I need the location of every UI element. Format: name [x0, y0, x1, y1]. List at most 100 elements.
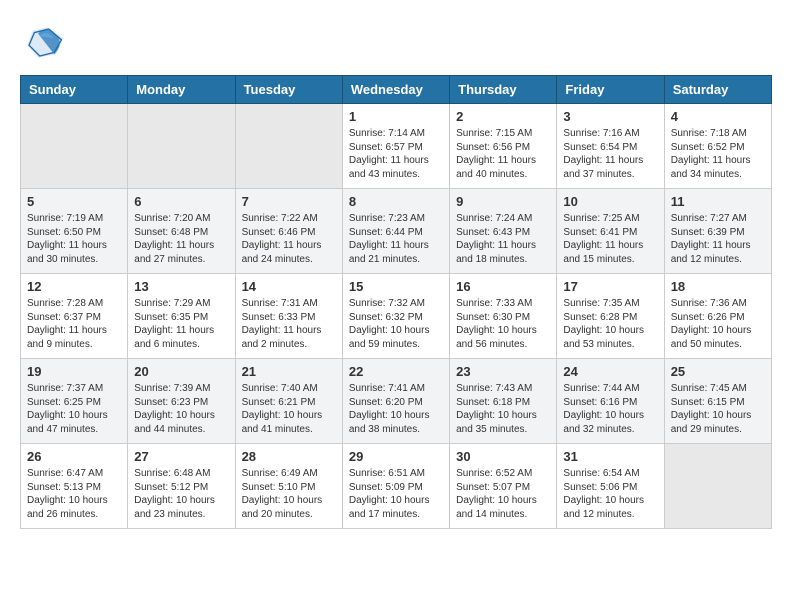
day-number: 12 — [27, 279, 121, 294]
calendar-cell: 29Sunrise: 6:51 AM Sunset: 5:09 PM Dayli… — [342, 444, 449, 529]
calendar-cell: 8 Sunrise: 7:23 AM Sunset: 6:44 PM Daylig… — [342, 189, 449, 274]
day-info: Sunrise: 7:29 AM Sunset: 6:35 PM Dayligh… — [134, 297, 228, 351]
calendar-cell: 6 Sunrise: 7:20 AM Sunset: 6:48 PM Daylig… — [128, 189, 235, 274]
calendar-cell: 17 Sunrise: 7:35 AM Sunset: 6:28 PM Dayli… — [557, 274, 664, 359]
calendar-cell: 28 Sunrise: 6:49 AM Sunset: 5:10 PM Dayli… — [235, 444, 342, 529]
calendar-cell: 5 Sunrise: 7:19 AM Sunset: 6:50 PM Daylig… — [21, 189, 128, 274]
weekday-header-tuesday: Tuesday — [235, 76, 342, 104]
day-number: 27 — [134, 449, 228, 464]
day-number: 29 — [349, 449, 443, 464]
calendar-cell: 19 Sunrise: 7:37 AM Sunset: 6:25 PM Dayli… — [21, 359, 128, 444]
day-number: 5 — [27, 194, 121, 209]
day-info: Sunrise: 7:16 AM Sunset: 6:54 PM Dayligh… — [563, 127, 657, 181]
day-info: Sunrise: 7:40 AM Sunset: 6:21 PM Dayligh… — [242, 382, 336, 436]
weekday-header-friday: Friday — [557, 76, 664, 104]
day-info: Sunrise: 7:24 AM Sunset: 6:43 PM Dayligh… — [456, 212, 550, 266]
calendar-cell: 3 Sunrise: 7:16 AM Sunset: 6:54 PM Daylig… — [557, 104, 664, 189]
day-number: 1 — [349, 109, 443, 124]
day-info: Sunrise: 7:36 AM Sunset: 6:26 PM Dayligh… — [671, 297, 765, 351]
day-number: 3 — [563, 109, 657, 124]
page-header — [20, 20, 772, 65]
day-number: 22 — [349, 364, 443, 379]
weekday-header-row: SundayMondayTuesdayWednesdayThursdayFrid… — [21, 76, 772, 104]
calendar-cell: 13Sunrise: 7:29 AM Sunset: 6:35 PM Dayli… — [128, 274, 235, 359]
day-number: 7 — [242, 194, 336, 209]
day-info: Sunrise: 7:23 AM Sunset: 6:44 PM Dayligh… — [349, 212, 443, 266]
day-info: Sunrise: 7:27 AM Sunset: 6:39 PM Dayligh… — [671, 212, 765, 266]
day-number: 19 — [27, 364, 121, 379]
day-number: 15 — [349, 279, 443, 294]
day-number: 25 — [671, 364, 765, 379]
calendar-cell: 16 Sunrise: 7:33 AM Sunset: 6:30 PM Dayli… — [450, 274, 557, 359]
day-number: 21 — [242, 364, 336, 379]
day-info: Sunrise: 7:41 AM Sunset: 6:20 PM Dayligh… — [349, 382, 443, 436]
day-number: 11 — [671, 194, 765, 209]
calendar-cell: 12 Sunrise: 7:28 AM Sunset: 6:37 PM Dayli… — [21, 274, 128, 359]
logo — [20, 20, 69, 65]
day-info: Sunrise: 7:20 AM Sunset: 6:48 PM Dayligh… — [134, 212, 228, 266]
calendar-cell: 14Sunrise: 7:31 AM Sunset: 6:33 PM Dayli… — [235, 274, 342, 359]
day-info: Sunrise: 6:48 AM Sunset: 5:12 PM Dayligh… — [134, 467, 228, 521]
day-number: 23 — [456, 364, 550, 379]
day-info: Sunrise: 6:52 AM Sunset: 5:07 PM Dayligh… — [456, 467, 550, 521]
day-info: Sunrise: 7:43 AM Sunset: 6:18 PM Dayligh… — [456, 382, 550, 436]
day-info: Sunrise: 6:54 AM Sunset: 5:06 PM Dayligh… — [563, 467, 657, 521]
calendar-week-5: 26 Sunrise: 6:47 AM Sunset: 5:13 PM Dayli… — [21, 444, 772, 529]
day-info: Sunrise: 6:49 AM Sunset: 5:10 PM Dayligh… — [242, 467, 336, 521]
calendar-week-2: 5 Sunrise: 7:19 AM Sunset: 6:50 PM Daylig… — [21, 189, 772, 274]
day-number: 16 — [456, 279, 550, 294]
day-number: 31 — [563, 449, 657, 464]
calendar-cell: 7 Sunrise: 7:22 AM Sunset: 6:46 PM Daylig… — [235, 189, 342, 274]
weekday-header-wednesday: Wednesday — [342, 76, 449, 104]
day-info: Sunrise: 7:28 AM Sunset: 6:37 PM Dayligh… — [27, 297, 121, 351]
weekday-header-saturday: Saturday — [664, 76, 771, 104]
day-number: 24 — [563, 364, 657, 379]
calendar-week-1: 1Sunrise: 7:14 AM Sunset: 6:57 PM Daylig… — [21, 104, 772, 189]
day-number: 8 — [349, 194, 443, 209]
calendar-cell — [235, 104, 342, 189]
calendar-cell: 27 Sunrise: 6:48 AM Sunset: 5:12 PM Dayli… — [128, 444, 235, 529]
calendar-cell: 4 Sunrise: 7:18 AM Sunset: 6:52 PM Daylig… — [664, 104, 771, 189]
day-number: 9 — [456, 194, 550, 209]
day-info: Sunrise: 7:19 AM Sunset: 6:50 PM Dayligh… — [27, 212, 121, 266]
day-info: Sunrise: 7:45 AM Sunset: 6:15 PM Dayligh… — [671, 382, 765, 436]
calendar-cell: 26 Sunrise: 6:47 AM Sunset: 5:13 PM Dayli… — [21, 444, 128, 529]
day-info: Sunrise: 7:22 AM Sunset: 6:46 PM Dayligh… — [242, 212, 336, 266]
day-info: Sunrise: 7:31 AM Sunset: 6:33 PM Dayligh… — [242, 297, 336, 351]
day-info: Sunrise: 7:35 AM Sunset: 6:28 PM Dayligh… — [563, 297, 657, 351]
weekday-header-thursday: Thursday — [450, 76, 557, 104]
day-info: Sunrise: 7:25 AM Sunset: 6:41 PM Dayligh… — [563, 212, 657, 266]
day-number: 4 — [671, 109, 765, 124]
calendar-cell: 15Sunrise: 7:32 AM Sunset: 6:32 PM Dayli… — [342, 274, 449, 359]
weekday-header-sunday: Sunday — [21, 76, 128, 104]
day-number: 20 — [134, 364, 228, 379]
calendar-cell — [664, 444, 771, 529]
day-number: 17 — [563, 279, 657, 294]
general-blue-icon — [20, 20, 65, 65]
calendar-week-3: 12 Sunrise: 7:28 AM Sunset: 6:37 PM Dayli… — [21, 274, 772, 359]
day-info: Sunrise: 7:33 AM Sunset: 6:30 PM Dayligh… — [456, 297, 550, 351]
day-info: Sunrise: 7:37 AM Sunset: 6:25 PM Dayligh… — [27, 382, 121, 436]
day-number: 10 — [563, 194, 657, 209]
calendar-cell: 10 Sunrise: 7:25 AM Sunset: 6:41 PM Dayli… — [557, 189, 664, 274]
calendar-cell: 20 Sunrise: 7:39 AM Sunset: 6:23 PM Dayli… — [128, 359, 235, 444]
calendar-cell: 2Sunrise: 7:15 AM Sunset: 6:56 PM Daylig… — [450, 104, 557, 189]
calendar-cell: 21 Sunrise: 7:40 AM Sunset: 6:21 PM Dayli… — [235, 359, 342, 444]
day-info: Sunrise: 7:18 AM Sunset: 6:52 PM Dayligh… — [671, 127, 765, 181]
day-number: 28 — [242, 449, 336, 464]
day-number: 18 — [671, 279, 765, 294]
calendar-cell — [128, 104, 235, 189]
day-number: 6 — [134, 194, 228, 209]
day-info: Sunrise: 7:39 AM Sunset: 6:23 PM Dayligh… — [134, 382, 228, 436]
calendar-week-4: 19 Sunrise: 7:37 AM Sunset: 6:25 PM Dayli… — [21, 359, 772, 444]
day-info: Sunrise: 7:44 AM Sunset: 6:16 PM Dayligh… — [563, 382, 657, 436]
calendar-cell: 23 Sunrise: 7:43 AM Sunset: 6:18 PM Dayli… — [450, 359, 557, 444]
calendar-cell: 22 Sunrise: 7:41 AM Sunset: 6:20 PM Dayli… — [342, 359, 449, 444]
calendar-cell: 9 Sunrise: 7:24 AM Sunset: 6:43 PM Daylig… — [450, 189, 557, 274]
calendar-cell: 24 Sunrise: 7:44 AM Sunset: 6:16 PM Dayli… — [557, 359, 664, 444]
calendar-cell: 25 Sunrise: 7:45 AM Sunset: 6:15 PM Dayli… — [664, 359, 771, 444]
day-number: 26 — [27, 449, 121, 464]
day-number: 2 — [456, 109, 550, 124]
calendar-cell — [21, 104, 128, 189]
day-info: Sunrise: 6:47 AM Sunset: 5:13 PM Dayligh… — [27, 467, 121, 521]
